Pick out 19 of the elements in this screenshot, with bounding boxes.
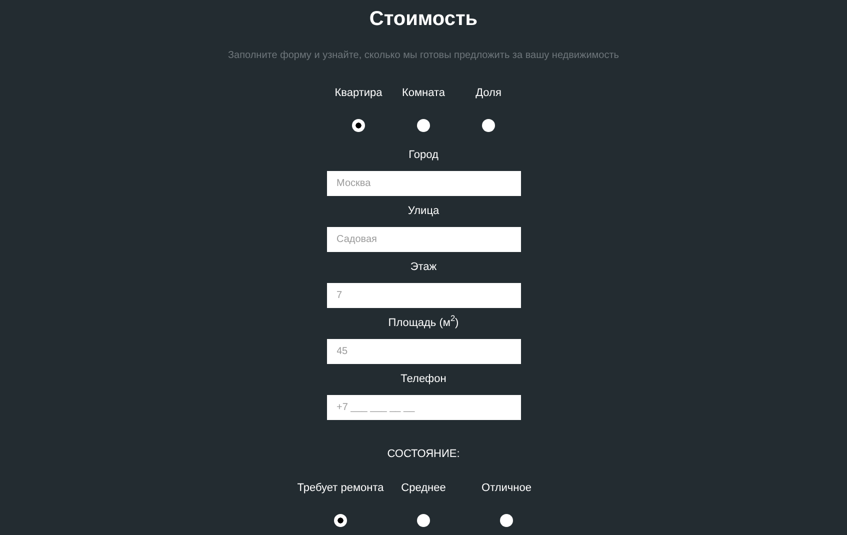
option-label: Отличное bbox=[482, 481, 532, 496]
page-title: Стоимость bbox=[369, 7, 478, 32]
input-field[interactable]: 7 bbox=[326, 282, 520, 308]
section-heading: СОСТОЯНИЕ: bbox=[387, 446, 460, 462]
field-label: Площадь (м$^{2}$) bbox=[388, 316, 459, 330]
input-field[interactable]: 45 bbox=[326, 338, 520, 364]
option-label: Среднее bbox=[401, 481, 446, 496]
option-label: Квартира bbox=[334, 86, 382, 101]
field-label: Этаж bbox=[410, 260, 437, 274]
option-label: Доля bbox=[476, 86, 502, 101]
input-field[interactable]: Москва bbox=[326, 170, 520, 196]
option-label: Комната bbox=[402, 86, 446, 101]
field-label: Город bbox=[408, 148, 438, 162]
input-field[interactable]: Садовая bbox=[326, 226, 520, 252]
field-label: Улица bbox=[408, 204, 440, 218]
subtitle: Заполните форму и узнайте, сколько мы готовы предложить за вашу недвижимость bbox=[228, 49, 620, 63]
input-field[interactable]: +7 ___ ___ __ __ bbox=[326, 394, 520, 420]
field-label: Телефон bbox=[400, 372, 446, 386]
option-label: Требует ремонта bbox=[297, 481, 384, 496]
